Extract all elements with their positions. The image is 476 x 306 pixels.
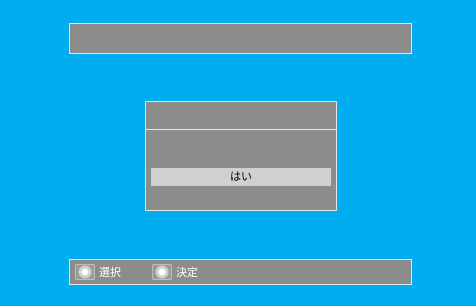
select-hint: 選択 xyxy=(75,260,121,284)
enter-button-icon xyxy=(152,264,172,280)
dialog-header xyxy=(146,102,336,130)
title-bar xyxy=(69,23,412,54)
confirm-hint-label: 決定 xyxy=(176,266,198,279)
confirm-hint: 決定 xyxy=(152,260,198,284)
confirm-dialog: はい xyxy=(145,101,337,211)
dpad-icon xyxy=(75,264,95,280)
yes-option-button[interactable]: はい xyxy=(151,168,331,186)
select-hint-label: 選択 xyxy=(99,266,121,279)
footer-hint-bar: 選択 決定 xyxy=(69,259,412,285)
